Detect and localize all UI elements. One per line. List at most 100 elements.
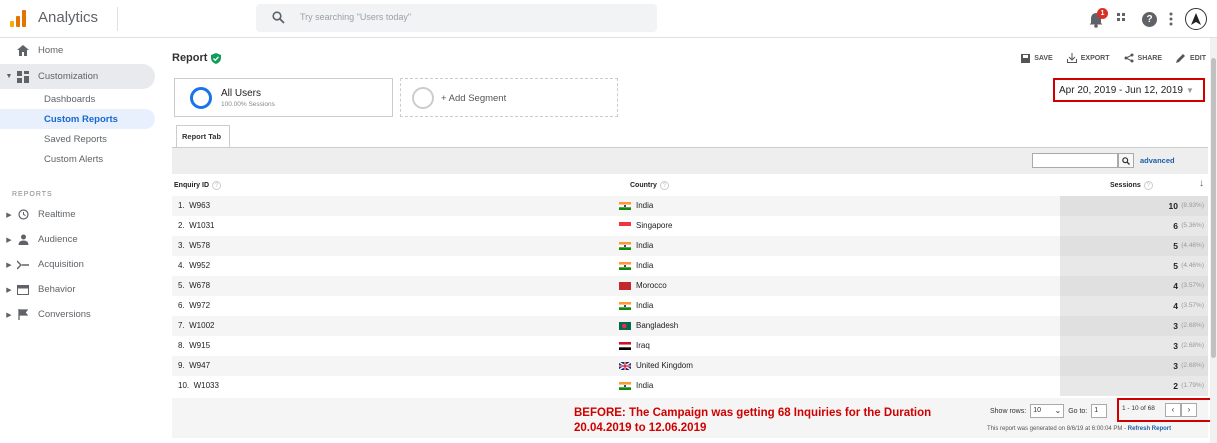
flag-iraq-icon	[619, 341, 631, 350]
row-country-cell[interactable]: United Kingdom	[619, 361, 693, 370]
share-button[interactable]: SHARE	[1124, 53, 1162, 63]
prev-page-button[interactable]: ‹	[1165, 403, 1181, 417]
goto-page-input[interactable]: 1	[1091, 404, 1108, 418]
save-button[interactable]: SAVE	[1021, 53, 1053, 63]
sidebar-item-behavior[interactable]: ▶ Behavior	[0, 277, 155, 302]
pencil-icon	[1176, 54, 1186, 63]
row-index: 10.	[178, 381, 190, 390]
search-bar[interactable]: Try searching "Users today"	[256, 4, 657, 32]
export-button[interactable]: EXPORT	[1066, 53, 1110, 63]
caret-right-icon: ▶	[6, 311, 12, 319]
enquiry-id-link[interactable]: W915	[189, 341, 210, 350]
notifications-bell-icon[interactable]: 1	[1088, 8, 1108, 28]
enquiry-id-link[interactable]: W972	[189, 301, 210, 310]
column-header-country[interactable]: Country?	[630, 181, 669, 190]
reports-section-label: REPORTS	[12, 191, 53, 198]
sessions-percent: (2.68%)	[1181, 362, 1204, 369]
advanced-filter-link[interactable]: advanced	[1140, 156, 1175, 165]
row-sessions-cell: 6 (5.36%)	[1060, 216, 1208, 236]
sidebar-item-custom-alerts[interactable]: Custom Alerts	[0, 149, 155, 169]
sessions-value: 2	[1173, 381, 1178, 391]
show-rows-select[interactable]: 10 ⌄	[1030, 404, 1065, 418]
table-footer: BEFORE: The Campaign was getting 68 Inqu…	[172, 398, 1213, 438]
chevron-down-icon: ⌄	[1054, 406, 1062, 415]
refresh-report-link[interactable]: Refresh Report	[1128, 426, 1171, 432]
enquiry-id-link[interactable]: W963	[189, 201, 210, 210]
page-scrollbar[interactable]	[1210, 38, 1217, 443]
segment-name: All Users	[221, 88, 262, 99]
table-row: 3. W578 India 5 (4.46%)	[172, 236, 1208, 256]
row-country-cell[interactable]: Singapore	[619, 221, 672, 230]
edit-button[interactable]: EDIT	[1176, 53, 1206, 63]
sidebar-item-audience[interactable]: ▶ Audience	[0, 227, 155, 252]
enquiry-id-link[interactable]: W947	[189, 361, 210, 370]
enquiry-id-link[interactable]: W1002	[189, 321, 214, 330]
row-country-cell[interactable]: India	[619, 241, 653, 250]
sidebar-item-realtime[interactable]: ▶ Realtime	[0, 202, 155, 227]
sidebar-item-saved-reports[interactable]: Saved Reports	[0, 129, 155, 149]
sort-descending-icon[interactable]: ↓	[1199, 178, 1204, 189]
help-icon[interactable]: ?	[212, 181, 222, 190]
table-row: 6. W972 India 4 (3.57%)	[172, 296, 1208, 316]
more-vert-icon[interactable]	[1169, 12, 1173, 26]
enquiry-id-link[interactable]: W952	[189, 261, 210, 270]
date-range-text: Apr 20, 2019 - Jun 12, 2019	[1059, 85, 1183, 96]
table-toolbar: advanced	[172, 148, 1208, 174]
row-country-cell[interactable]: India	[619, 201, 653, 210]
segment-subtitle: 100.00% Sessions	[221, 101, 275, 108]
sidebar-item-home[interactable]: Home	[0, 38, 155, 63]
enquiry-id-link[interactable]: W1033	[194, 381, 219, 390]
row-country-cell[interactable]: India	[619, 381, 653, 390]
row-index: 5.	[178, 281, 185, 290]
date-range-picker[interactable]: Apr 20, 2019 - Jun 12, 2019 ▼	[1053, 78, 1205, 102]
sidebar-item-conversions[interactable]: ▶ Conversions	[0, 302, 155, 327]
row-country-cell[interactable]: Bangladesh	[619, 321, 678, 330]
row-country-cell[interactable]: India	[619, 261, 653, 270]
scrollbar-thumb[interactable]	[1211, 58, 1216, 358]
analytics-logo-icon[interactable]	[10, 9, 26, 27]
row-enquiry-cell: 7. W1002	[178, 321, 214, 330]
row-index: 7.	[178, 321, 185, 330]
account-avatar[interactable]	[1185, 8, 1207, 30]
sessions-value: 6	[1173, 221, 1178, 231]
caret-right-icon: ▶	[6, 261, 12, 269]
enquiry-id-link[interactable]: W1031	[189, 221, 214, 230]
filter-search-button[interactable]	[1118, 153, 1134, 168]
flag-morocco-icon	[619, 281, 631, 290]
row-sessions-cell: 3 (2.68%)	[1060, 356, 1208, 376]
search-placeholder: Try searching "Users today"	[300, 12, 412, 22]
column-header-label: Enquiry ID	[174, 182, 210, 189]
row-index: 8.	[178, 341, 185, 350]
table-row: 5. W678 Morocco 4 (3.57%)	[172, 276, 1208, 296]
tab-report[interactable]: Report Tab	[176, 125, 230, 148]
table-row: 4. W952 India 5 (4.46%)	[172, 256, 1208, 276]
segment-all-users[interactable]: All Users 100.00% Sessions	[174, 78, 393, 117]
table-filter-input[interactable]	[1032, 153, 1118, 168]
apps-grid-icon[interactable]	[1116, 12, 1130, 26]
row-index: 3.	[178, 241, 185, 250]
flag-united-kingdom-icon	[619, 361, 631, 370]
save-icon	[1021, 53, 1031, 63]
empty-ring-icon	[412, 87, 434, 109]
country-name: United Kingdom	[636, 361, 693, 370]
enquiry-id-link[interactable]: W678	[189, 281, 210, 290]
sidebar-item-custom-reports[interactable]: Custom Reports	[0, 109, 155, 129]
sidebar-item-acquisition[interactable]: ▶ Acquisition	[0, 252, 155, 277]
help-icon[interactable]: ?	[1142, 11, 1157, 27]
row-country-cell[interactable]: Morocco	[619, 281, 667, 290]
brand-name[interactable]: Analytics	[38, 9, 98, 26]
sidebar-item-dashboards[interactable]: Dashboards	[0, 89, 155, 109]
add-segment-button[interactable]: + Add Segment	[400, 78, 618, 117]
sidebar-label: Realtime	[38, 209, 76, 220]
row-country-cell[interactable]: India	[619, 301, 653, 310]
column-header-sessions[interactable]: Sessions?	[1110, 181, 1153, 190]
row-country-cell[interactable]: Iraq	[619, 341, 650, 350]
next-page-button[interactable]: ›	[1181, 403, 1197, 417]
column-header-enquiry[interactable]: Enquiry ID?	[174, 181, 222, 190]
help-icon[interactable]: ?	[659, 181, 669, 190]
help-icon[interactable]: ?	[1143, 181, 1153, 190]
row-enquiry-cell: 6. W972	[178, 301, 210, 310]
sessions-percent: (3.57%)	[1181, 302, 1204, 309]
sidebar-item-customization[interactable]: ▼ Customization	[0, 64, 155, 89]
enquiry-id-link[interactable]: W578	[189, 241, 210, 250]
